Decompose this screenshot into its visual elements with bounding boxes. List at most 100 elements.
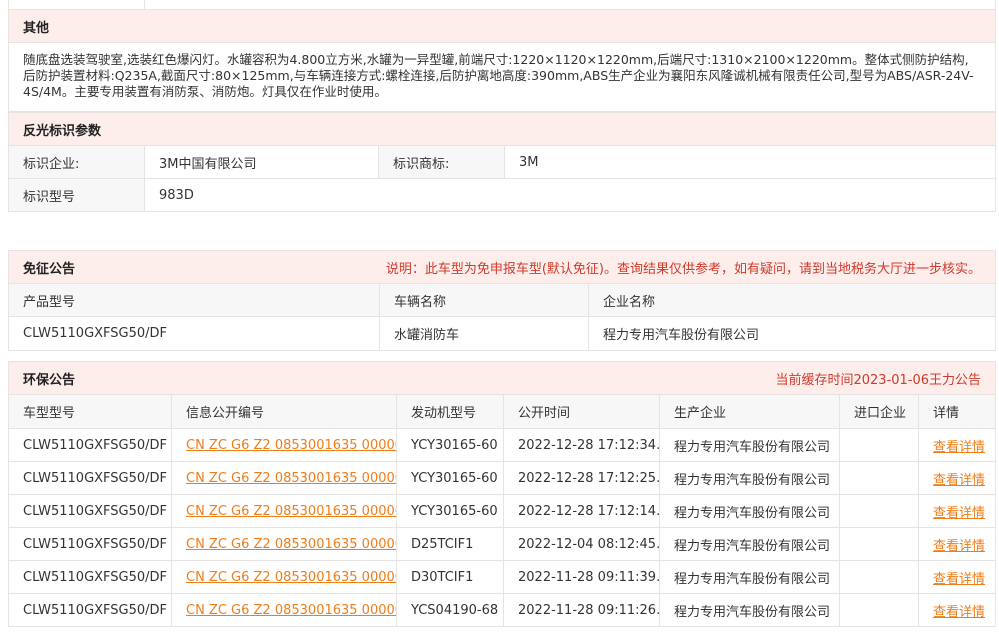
exempt-header-row: 产品型号 车辆名称 企业名称 — [8, 284, 996, 317]
env-row-model-cell: CLW5110GXFSG50/DF — [9, 429, 172, 461]
env-col-importer: 进口企业 — [840, 395, 919, 428]
env-section-title: 环保公告 — [23, 372, 76, 388]
env-row-model-cell: CLW5110GXFSG50/DF — [9, 495, 172, 527]
env-row-time-cell: 2022-12-28 17:12:14.0 — [504, 495, 660, 527]
view-detail-link[interactable]: 查看详情 — [933, 535, 985, 554]
env-row-maker-cell: 程力专用汽车股份有限公司 — [660, 528, 840, 560]
exempt-vehicle-value: 水罐消防车 — [380, 317, 589, 350]
view-detail-link[interactable]: 查看详情 — [933, 601, 985, 620]
env-row-code-link-cell: CN ZC G6 Z2 0853001635 000003 — [172, 528, 397, 560]
env-row-code-link[interactable]: CN ZC G6 Z2 0853001635 000005 — [186, 471, 396, 486]
env-col-detail: 详情 — [919, 395, 995, 428]
table-row: CLW5110GXFSG50/DF CN ZC G6 Z2 0853001635 … — [8, 462, 996, 495]
reflective-brand-value: 3M — [519, 154, 539, 170]
env-row-model-cell: CLW5110GXFSG50/DF — [9, 462, 172, 494]
env-row-time-cell: 2022-11-28 09:11:39.0 — [504, 561, 660, 593]
env-row-engine-cell: YCY30165-60 — [397, 462, 504, 494]
view-detail-link[interactable]: 查看详情 — [933, 436, 985, 455]
env-row-model: CLW5110GXFSG50/DF — [23, 503, 168, 519]
reflective-section: 反光标识参数 标识企业: 3M中国有限公司 标识商标: 3M 标识型号 983D — [8, 112, 996, 212]
env-row-importer-cell — [840, 528, 919, 560]
env-row-engine-cell: YCY30165-60 — [397, 495, 504, 527]
reflective-row-1: 标识企业: 3M中国有限公司 标识商标: 3M — [8, 146, 996, 179]
env-row-maker-cell: 程力专用汽车股份有限公司 — [660, 429, 840, 461]
table-row: CLW5110GXFSG50/DF CN ZC G6 Z2 0853001635 … — [8, 528, 996, 561]
exempt-section: 免征公告 说明：此车型为免申报车型(默认免征)。查询结果仅供参考，如有疑问，请到… — [8, 250, 996, 351]
env-row-engine: YCS04190-68 — [411, 602, 499, 618]
view-detail-link-cell: 查看详情 — [919, 462, 995, 494]
env-row-maker-cell: 程力专用汽车股份有限公司 — [660, 561, 840, 593]
reflective-section-header: 反光标识参数 — [8, 112, 996, 146]
env-row-time: 2022-11-28 09:11:39.0 — [518, 569, 660, 585]
env-row-code-link[interactable]: CN ZC G6 Z2 0853001635 000004 — [186, 504, 396, 519]
reflective-model-value: 983D — [159, 187, 194, 203]
env-row-code-link[interactable]: CN ZC G6 Z2 0853001635 000001 — [186, 570, 396, 585]
env-row-maker-cell: 程力专用汽车股份有限公司 — [660, 594, 840, 626]
env-row-time-cell: 2022-11-28 09:11:26.0 — [504, 594, 660, 626]
env-row-importer-cell — [840, 429, 919, 461]
env-row-model: CLW5110GXFSG50/DF — [23, 437, 168, 453]
env-row-model: CLW5110GXFSG50/DF — [23, 536, 168, 552]
exempt-model-value: CLW5110GXFSG50/DF — [9, 317, 380, 350]
env-row-time-cell: 2022-12-28 17:12:25.0 — [504, 462, 660, 494]
env-row-model: CLW5110GXFSG50/DF — [23, 470, 168, 486]
env-row-model: CLW5110GXFSG50/DF — [23, 569, 168, 585]
view-detail-link[interactable]: 查看详情 — [933, 568, 985, 587]
reflective-row-2: 标识型号 983D — [8, 179, 996, 212]
env-row-time: 2022-11-28 09:11:26.0 — [518, 602, 660, 618]
env-row-importer-cell — [840, 495, 919, 527]
env-row-time: 2022-12-28 17:12:25.0 — [518, 470, 660, 486]
reflective-company-value: 3M中国有限公司 — [145, 146, 379, 178]
env-row-code-link-cell: CN ZC G6 Z2 0853001635 000004 — [172, 495, 397, 527]
env-row-maker-cell: 程力专用汽车股份有限公司 — [660, 495, 840, 527]
env-row-code-link-cell: CN ZC G6 Z2 0853001635 000005 — [172, 462, 397, 494]
other-section: 其他 随底盘选装驾驶室,选装红色爆闪灯。水罐容积为4.800立方米,水罐为一异型… — [8, 9, 996, 112]
env-row-maker: 程力专用汽车股份有限公司 — [674, 604, 831, 620]
env-section: 环保公告 当前缓存时间2023-01-06王力公告 车型型号 信息公开编号 发动… — [8, 361, 996, 627]
exempt-col-model: 产品型号 — [9, 284, 380, 316]
env-row-code-link-cell: CN ZC G6 Z2 0853001635 000001 — [172, 561, 397, 593]
view-detail-link-cell: 查看详情 — [919, 528, 995, 560]
env-row-engine: YCY30165-60 — [411, 503, 498, 519]
env-col-maker: 生产企业 — [660, 395, 840, 428]
env-row-code-link[interactable]: CN ZC G6 Z2 0853001635 000002 — [186, 603, 396, 618]
env-row-model-cell: CLW5110GXFSG50/DF — [9, 528, 172, 560]
other-description: 随底盘选装驾驶室,选装红色爆闪灯。水罐容积为4.800立方米,水罐为一异型罐,前… — [8, 43, 996, 112]
env-row-maker: 程力专用汽车股份有限公司 — [674, 439, 831, 455]
env-row-maker: 程力专用汽车股份有限公司 — [674, 571, 831, 587]
view-detail-link[interactable]: 查看详情 — [933, 502, 985, 521]
view-detail-link-cell: 查看详情 — [919, 561, 995, 593]
other-section-title: 其他 — [23, 20, 50, 36]
env-row-code-link[interactable]: CN ZC G6 Z2 0853001635 000006 — [186, 438, 396, 453]
env-row-code-link[interactable]: CN ZC G6 Z2 0853001635 000003 — [186, 537, 396, 552]
exempt-section-title: 免征公告 — [23, 261, 76, 277]
view-detail-link-cell: 查看详情 — [919, 429, 995, 461]
env-row-model-cell: CLW5110GXFSG50/DF — [9, 594, 172, 626]
table-row: CLW5110GXFSG50/DF CN ZC G6 Z2 0853001635 … — [8, 594, 996, 627]
env-col-model: 车型型号 — [9, 395, 172, 428]
exempt-data-row: CLW5110GXFSG50/DF 水罐消防车 程力专用汽车股份有限公司 — [8, 317, 996, 351]
env-row-engine: D30TCIF1 — [411, 569, 474, 585]
env-row-code-link-cell: CN ZC G6 Z2 0853001635 000002 — [172, 594, 397, 626]
reflective-company-label: 标识企业: — [9, 146, 145, 178]
env-row-engine-cell: D25TCIF1 — [397, 528, 504, 560]
exempt-col-company: 企业名称 — [589, 284, 995, 316]
exempt-col-vehicle: 车辆名称 — [380, 284, 589, 316]
env-row-engine: D25TCIF1 — [411, 536, 474, 552]
env-row-engine-cell: YCY30165-60 — [397, 429, 504, 461]
exempt-company-value: 程力专用汽车股份有限公司 — [603, 328, 760, 343]
env-row-time: 2022-12-28 17:12:34.0 — [518, 437, 660, 453]
table-row: CLW5110GXFSG50/DF CN ZC G6 Z2 0853001635 … — [8, 429, 996, 462]
reflective-brand-label: 标识商标: — [379, 146, 505, 178]
env-section-header: 环保公告 当前缓存时间2023-01-06王力公告 — [8, 361, 996, 395]
env-row-model-cell: CLW5110GXFSG50/DF — [9, 561, 172, 593]
env-row-time-cell: 2022-12-28 17:12:34.0 — [504, 429, 660, 461]
view-detail-link[interactable]: 查看详情 — [933, 469, 985, 488]
env-row-code-link-cell: CN ZC G6 Z2 0853001635 000006 — [172, 429, 397, 461]
env-row-importer-cell — [840, 594, 919, 626]
reflective-section-title: 反光标识参数 — [23, 123, 102, 139]
env-row-maker-cell: 程力专用汽车股份有限公司 — [660, 462, 840, 494]
env-row-time-cell: 2022-12-04 08:12:45.0 — [504, 528, 660, 560]
table-row: CLW5110GXFSG50/DF CN ZC G6 Z2 0853001635 … — [8, 561, 996, 594]
exempt-note: 说明：此车型为免申报车型(默认免征)。查询结果仅供参考，如有疑问，请到当地税务大… — [385, 261, 981, 277]
